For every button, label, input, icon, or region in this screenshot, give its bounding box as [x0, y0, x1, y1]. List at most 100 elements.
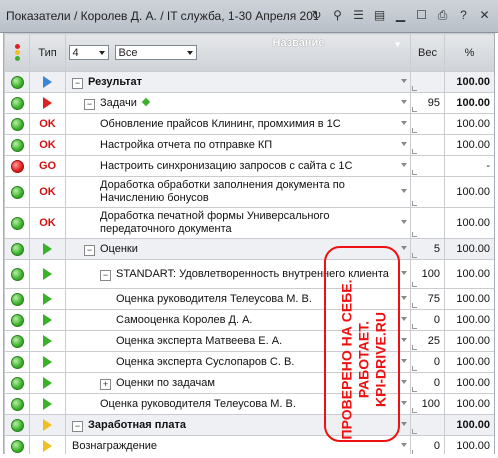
refresh-icon[interactable]: ↻: [309, 8, 324, 23]
filter-select[interactable]: Все: [114, 45, 197, 60]
kpi-row[interactable]: + Оценки по задачам 0 100.00: [4, 372, 494, 394]
type-cell[interactable]: OK: [29, 134, 66, 156]
row-menu-caret-icon[interactable]: [401, 359, 407, 363]
weight-cell[interactable]: 75: [410, 288, 445, 310]
kpi-row[interactable]: OK Доработка обработки заполнения докумен…: [4, 176, 494, 208]
weight-cell[interactable]: [410, 155, 445, 177]
expand-toggle-icon[interactable]: −: [84, 244, 95, 256]
row-menu-caret-icon[interactable]: [401, 163, 407, 167]
kpi-row[interactable]: − Задачи 95 100.00: [4, 92, 494, 114]
type-column-header[interactable]: Тип: [29, 33, 66, 72]
weight-cell[interactable]: 25: [410, 330, 445, 352]
type-cell[interactable]: [29, 92, 66, 114]
type-cell[interactable]: [29, 238, 66, 260]
kpi-row[interactable]: Оценка руководителя Телеусова М. В. 100 10…: [4, 393, 494, 415]
weight-cell[interactable]: 0: [410, 351, 445, 373]
expand-toggle-icon[interactable]: −: [84, 98, 95, 110]
level-select[interactable]: 4: [68, 45, 109, 60]
kpi-row[interactable]: Самооценка Королев Д. А. 0 100.00: [4, 309, 494, 331]
row-name-label: Оценки: [100, 242, 138, 255]
print-icon[interactable]: ⎙: [435, 8, 450, 23]
name-cell[interactable]: Обновление прайсов Клининг, промхимия в …: [65, 113, 411, 135]
sort-desc-icon[interactable]: ▼: [394, 40, 402, 49]
row-menu-caret-icon[interactable]: [401, 317, 407, 321]
type-cell[interactable]: [29, 71, 66, 93]
minimize-icon[interactable]: ▁: [393, 8, 408, 23]
type-cell[interactable]: [29, 309, 66, 331]
help-icon[interactable]: ?: [456, 8, 471, 23]
weight-cell[interactable]: [410, 176, 445, 208]
maximize-icon[interactable]: ☐: [414, 8, 429, 23]
row-menu-caret-icon[interactable]: [401, 443, 407, 447]
kpi-row[interactable]: OK Настройка отчета по отправке КП 100.00: [4, 134, 494, 156]
row-menu-caret-icon[interactable]: [401, 100, 407, 104]
status-column-header[interactable]: [4, 33, 30, 72]
weight-cell[interactable]: [410, 414, 445, 436]
row-menu-caret-icon[interactable]: [401, 296, 407, 300]
row-menu-caret-icon[interactable]: [401, 422, 407, 426]
row-menu-caret-icon[interactable]: [401, 220, 407, 224]
name-column-header[interactable]: 4 Все Название ▼: [65, 33, 411, 72]
weight-cell[interactable]: 5: [410, 238, 445, 260]
kpi-row[interactable]: Оценка руководителя Телеусова М. В. 75 100…: [4, 288, 494, 310]
weight-cell[interactable]: 100: [410, 259, 445, 289]
kpi-row[interactable]: − Оценки 5 100.00: [4, 238, 494, 260]
type-cell[interactable]: [29, 351, 66, 373]
type-status-label: OK: [39, 217, 56, 229]
weight-column-header[interactable]: Вес: [410, 33, 445, 72]
kpi-row[interactable]: Оценка эксперта Суслопаров С. В. 0 100.00: [4, 351, 494, 373]
list-icon[interactable]: ☰: [351, 8, 366, 23]
type-cell[interactable]: GO: [29, 155, 66, 177]
row-menu-caret-icon[interactable]: [401, 338, 407, 342]
kpi-row[interactable]: OK Обновление прайсов Клининг, промхимия …: [4, 113, 494, 135]
weight-cell[interactable]: 0: [410, 435, 445, 454]
row-menu-caret-icon[interactable]: [401, 401, 407, 405]
name-cell[interactable]: Настроить синхронизацию запросов с сайта…: [65, 155, 411, 177]
close-icon[interactable]: ✕: [477, 8, 492, 23]
kpi-row[interactable]: − Результат 100.00: [4, 71, 494, 93]
weight-cell[interactable]: 100: [410, 393, 445, 415]
name-cell[interactable]: − Задачи: [65, 92, 411, 114]
row-menu-caret-icon[interactable]: [401, 189, 407, 193]
kpi-row[interactable]: Вознаграждение 0 100.00: [4, 435, 494, 454]
type-cell[interactable]: [29, 288, 66, 310]
type-cell[interactable]: [29, 372, 66, 394]
name-cell[interactable]: Настройка отчета по отправке КП: [65, 134, 411, 156]
weight-cell[interactable]: [410, 134, 445, 156]
kpi-row[interactable]: GO Настроить синхронизацию запросов с сай…: [4, 155, 494, 177]
export-csv-icon[interactable]: ▤: [372, 8, 387, 23]
type-cell[interactable]: [29, 414, 66, 436]
kpi-row[interactable]: − STANDART: Удовлетворенность внутреннего…: [4, 259, 494, 289]
expand-toggle-icon[interactable]: −: [100, 269, 111, 281]
expand-toggle-icon[interactable]: −: [72, 77, 83, 89]
type-cell[interactable]: OK: [29, 113, 66, 135]
kpi-row[interactable]: Оценка эксперта Матвеева Е. А. 25 100.00: [4, 330, 494, 352]
kpi-row[interactable]: − Заработная плата 100.00: [4, 414, 494, 436]
search-icon[interactable]: ⚲: [330, 8, 345, 23]
type-cell[interactable]: [29, 330, 66, 352]
type-cell[interactable]: OK: [29, 207, 66, 239]
type-cell[interactable]: [29, 259, 66, 289]
weight-cell[interactable]: 95: [410, 92, 445, 114]
row-menu-caret-icon[interactable]: [401, 271, 407, 275]
weight-cell[interactable]: 0: [410, 309, 445, 331]
row-menu-caret-icon[interactable]: [401, 142, 407, 146]
name-cell[interactable]: − Результат: [65, 71, 411, 93]
row-menu-caret-icon[interactable]: [401, 79, 407, 83]
weight-cell[interactable]: [410, 207, 445, 239]
name-cell[interactable]: Доработка обработки заполнения документа…: [65, 176, 411, 208]
weight-cell[interactable]: [410, 113, 445, 135]
kpi-row[interactable]: OK Доработка печатной формы Универсальног…: [4, 207, 494, 239]
row-menu-caret-icon[interactable]: [401, 121, 407, 125]
weight-cell[interactable]: 0: [410, 372, 445, 394]
row-menu-caret-icon[interactable]: [401, 380, 407, 384]
percent-column-header[interactable]: %: [444, 33, 494, 72]
name-cell[interactable]: Доработка печатной формы Универсального …: [65, 207, 411, 239]
expand-toggle-icon[interactable]: +: [100, 378, 111, 390]
type-cell[interactable]: [29, 393, 66, 415]
weight-cell[interactable]: [410, 71, 445, 93]
type-cell[interactable]: OK: [29, 176, 66, 208]
type-cell[interactable]: [29, 435, 66, 454]
expand-toggle-icon[interactable]: −: [72, 420, 83, 432]
row-menu-caret-icon[interactable]: [401, 246, 407, 250]
